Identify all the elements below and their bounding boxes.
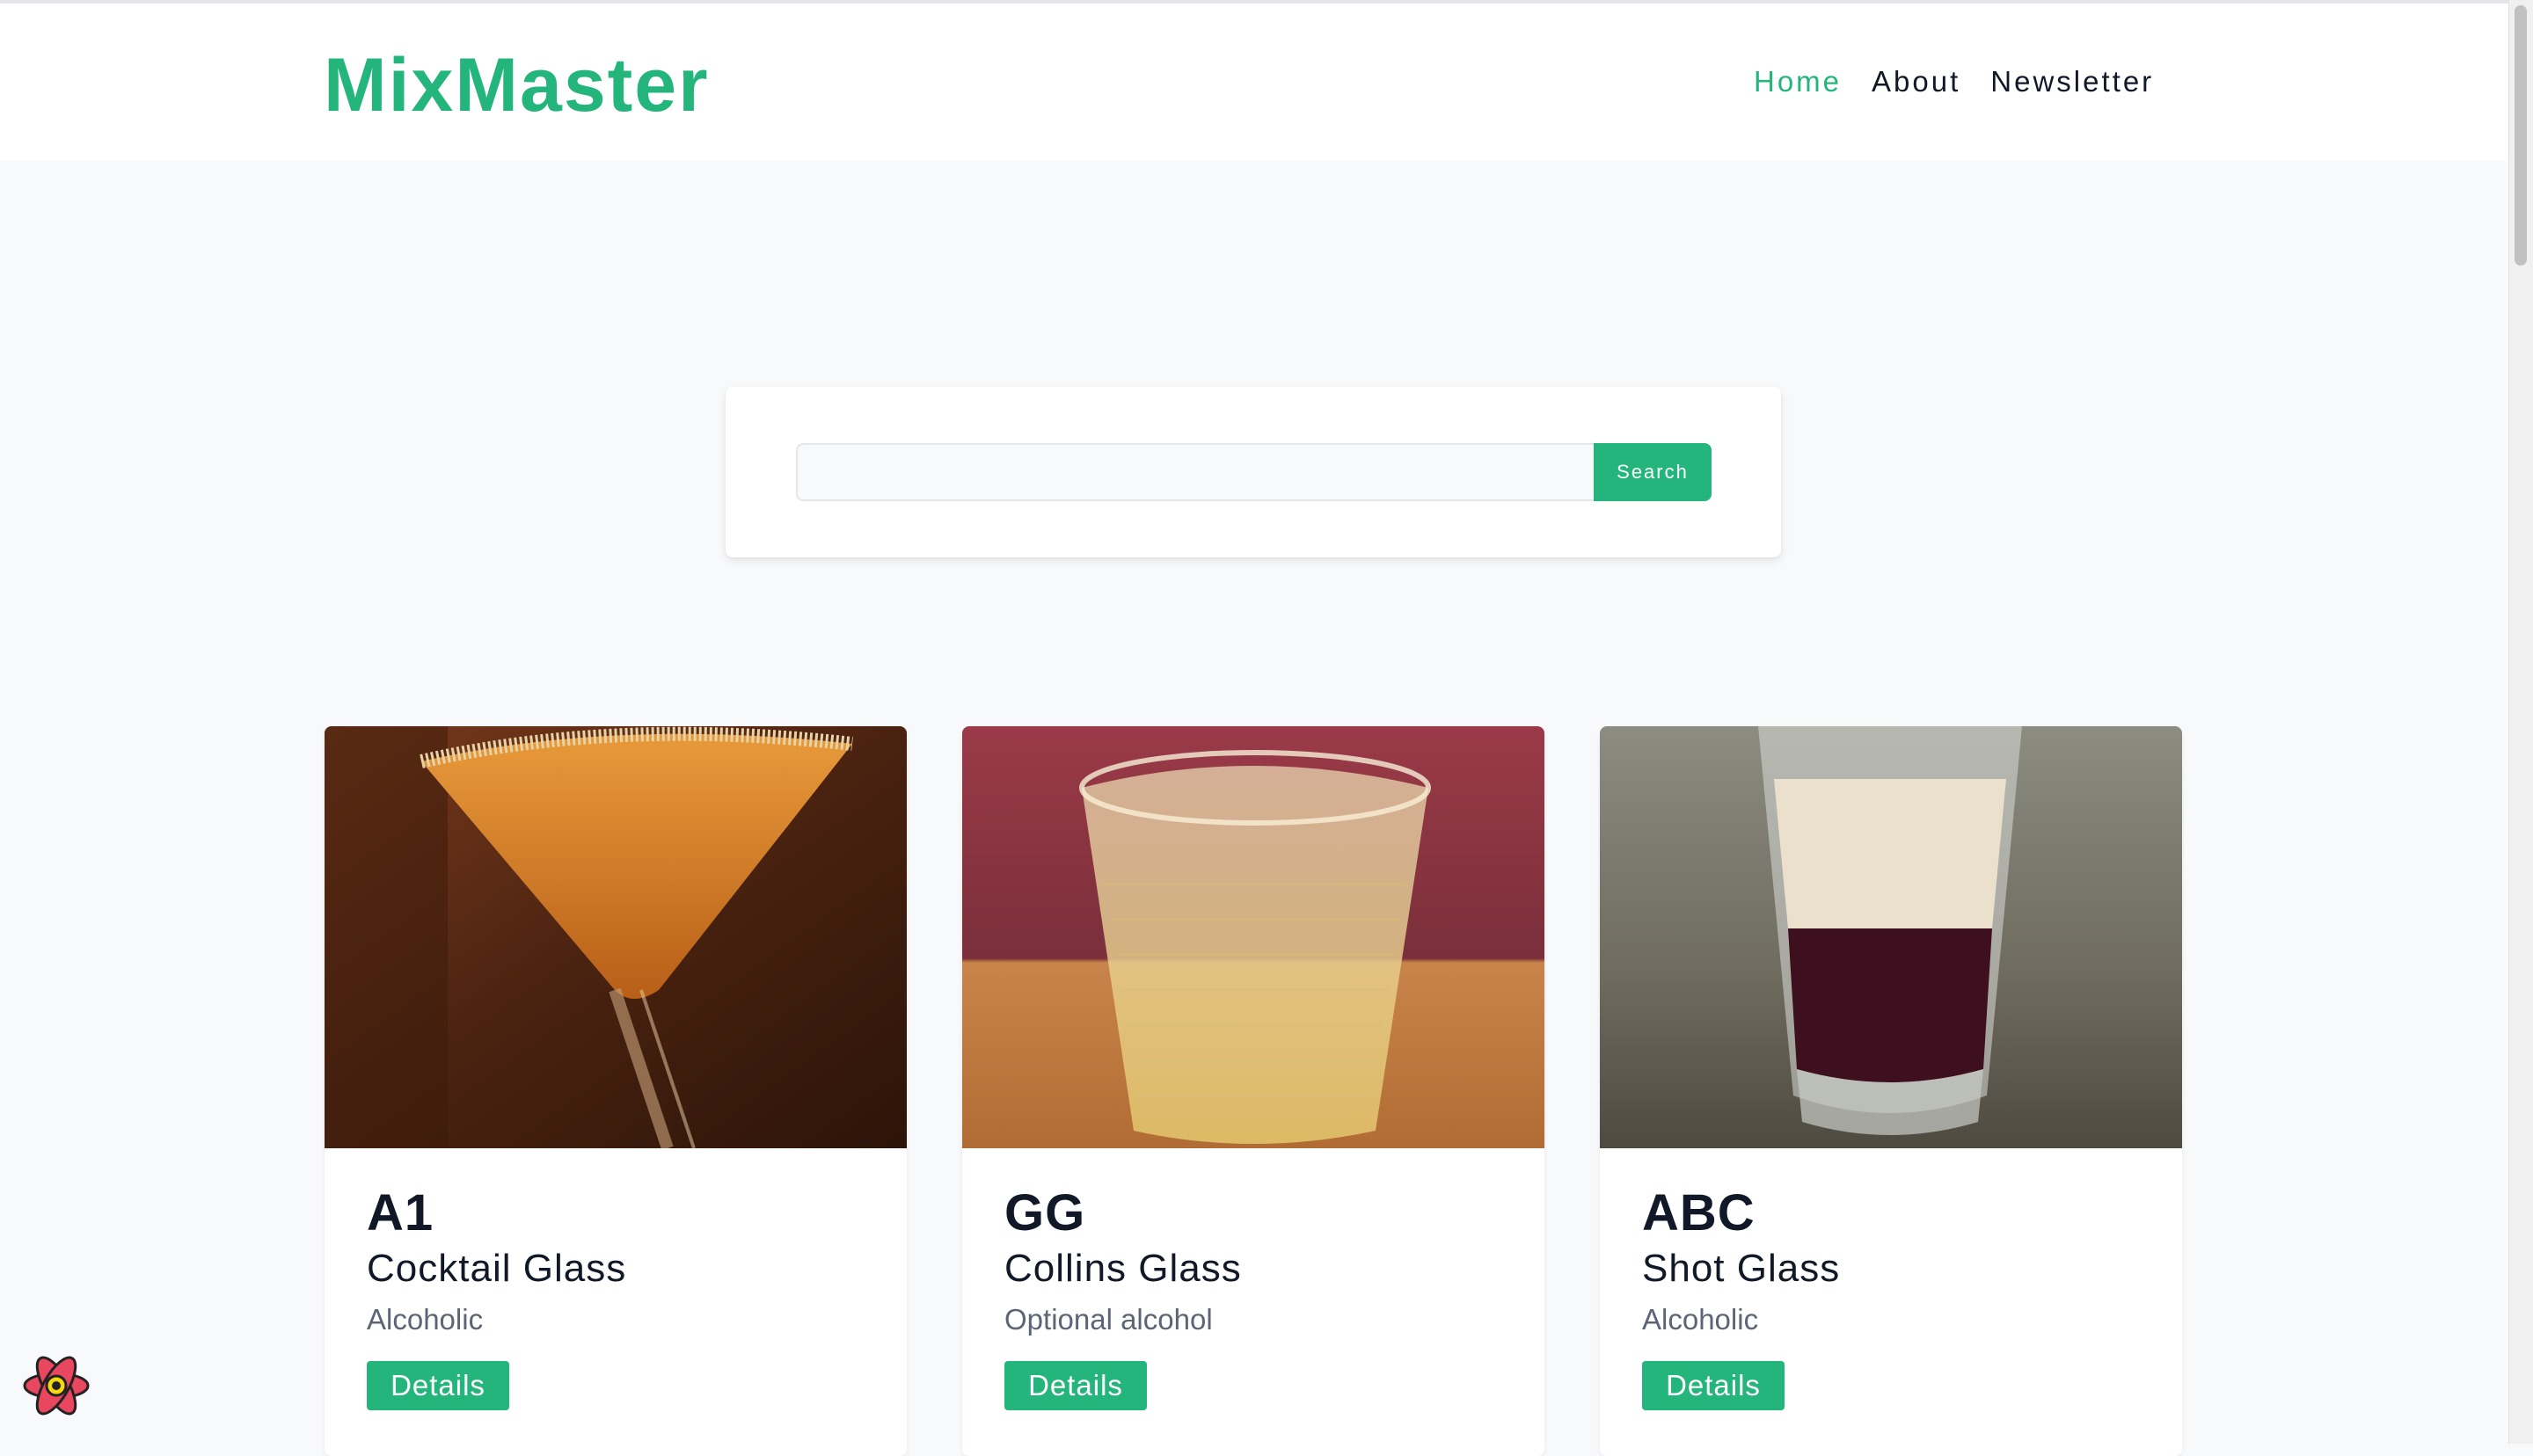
cocktail-alcoholic: Alcoholic <box>1642 1303 1759 1336</box>
cocktail-card-a1: A1 Cocktail Glass Alcoholic Details <box>325 726 907 1456</box>
nav-link-about[interactable]: About <box>1872 65 1960 98</box>
nav-links: Home About Newsletter <box>1754 65 2154 98</box>
cocktail-card-abc: ABC Shot Glass Alcoholic Details <box>1600 726 2182 1456</box>
details-button[interactable]: Details <box>367 1361 509 1410</box>
cocktail-glass: Cocktail Glass <box>367 1247 627 1290</box>
clear-drink-textured-glass-image <box>962 726 1544 1148</box>
search-form: Search <box>726 387 1781 557</box>
cocktail-name: ABC <box>1642 1184 1756 1241</box>
logo[interactable]: MixMaster <box>324 42 710 129</box>
cocktail-alcoholic: Alcoholic <box>367 1303 484 1336</box>
react-devtools-icon[interactable] <box>19 1349 93 1423</box>
cocktail-glass: Collins Glass <box>1004 1247 1242 1290</box>
cocktail-image <box>1600 726 2182 1148</box>
layered-shot-glass-image <box>1600 726 2182 1148</box>
nav-link-home[interactable]: Home <box>1754 65 1842 98</box>
cocktail-image <box>962 726 1544 1148</box>
orange-cocktail-martini-glass-image <box>325 726 907 1148</box>
cocktail-name: A1 <box>367 1184 434 1241</box>
cocktail-image <box>325 726 907 1148</box>
details-button[interactable]: Details <box>1642 1361 1785 1410</box>
cocktail-glass: Shot Glass <box>1642 1247 1841 1290</box>
details-button[interactable]: Details <box>1004 1361 1147 1410</box>
search-input[interactable] <box>796 443 1595 501</box>
cocktail-alcoholic: Optional alcohol <box>1004 1303 1213 1336</box>
nav-link-newsletter[interactable]: Newsletter <box>1990 65 2154 98</box>
navbar: MixMaster Home About Newsletter <box>0 4 2508 161</box>
cocktail-name: GG <box>1004 1184 1086 1241</box>
search-button[interactable]: Search <box>1594 443 1712 501</box>
scrollbar-thumb[interactable] <box>2515 5 2527 266</box>
cocktail-card-gg: GG Collins Glass Optional alcohol Detail… <box>962 726 1544 1456</box>
